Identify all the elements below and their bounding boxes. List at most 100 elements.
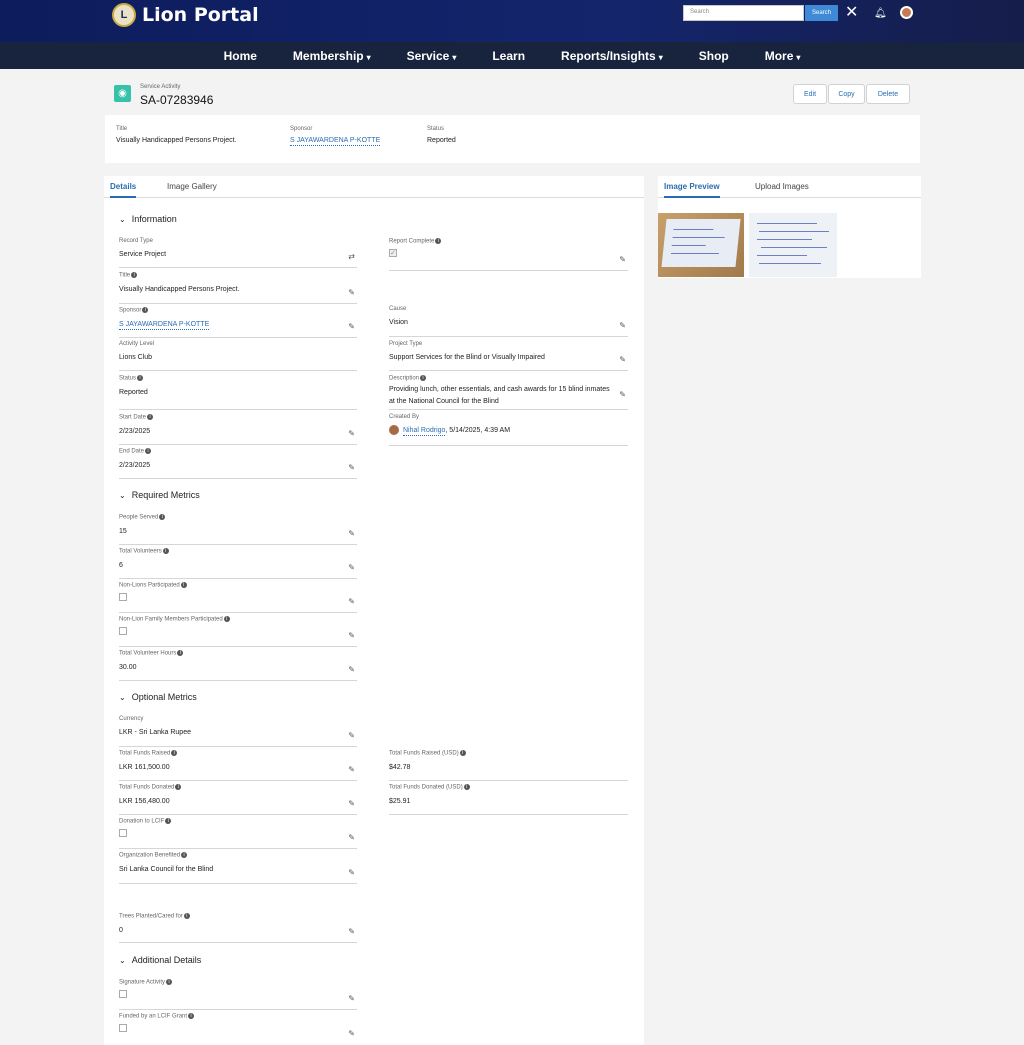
info-icon[interactable]: i — [166, 979, 173, 985]
delete-button[interactable]: Delete — [866, 84, 910, 104]
signature-activity-checkbox[interactable] — [119, 989, 127, 998]
pencil-icon[interactable]: ✎ — [348, 731, 355, 740]
non-lion-family-checkbox[interactable] — [119, 626, 127, 635]
created-by-user-link[interactable]: Nihal Rodrigo — [403, 427, 446, 436]
info-icon[interactable]: i — [180, 582, 187, 588]
edit-button[interactable]: Edit — [793, 84, 827, 104]
nav-reports[interactable]: Reports/Insights ▾ — [543, 49, 681, 63]
field-funds-donated: Total Funds Donated i LKR 156,480.00 ✎ — [119, 784, 357, 815]
pencil-icon[interactable]: ✎ — [348, 1029, 355, 1038]
field-total-volunteers: Total Volunteers i 6 ✎ — [119, 548, 357, 579]
nav-shop[interactable]: Shop — [681, 49, 747, 63]
field-trees: Trees Planted/Cared for i 0 ✎ — [119, 913, 357, 943]
info-icon[interactable]: i — [159, 514, 166, 520]
sponsor-link[interactable]: S JAYAWARDENA P-KOTTE — [290, 137, 381, 146]
change-record-type-icon[interactable]: ⇄ — [348, 252, 355, 261]
donation-lcif-checkbox[interactable] — [119, 828, 127, 837]
tab-image-gallery[interactable]: Image Gallery — [167, 182, 217, 191]
pencil-icon[interactable]: ✎ — [348, 631, 355, 640]
info-icon[interactable]: i — [142, 307, 149, 313]
section-required-metrics[interactable]: ⌄ Required Metrics — [119, 490, 200, 500]
image-tabs: Image Preview Upload Images — [658, 176, 921, 198]
info-icon[interactable]: i — [175, 784, 182, 790]
info-icon[interactable]: i — [420, 375, 427, 381]
info-icon[interactable]: i — [223, 616, 230, 622]
nav-membership[interactable]: Membership ▾ — [275, 49, 389, 63]
field-title: Title i Visually Handicapped Persons Proj… — [119, 272, 357, 304]
close-icon[interactable]: ✕ — [845, 2, 858, 22]
detail-tabs: Details Image Gallery — [104, 176, 644, 198]
logo[interactable]: L Lion Portal — [112, 3, 259, 27]
section-information[interactable]: ⌄ Information — [119, 214, 177, 224]
pencil-icon[interactable]: ✎ — [348, 665, 355, 674]
pencil-icon[interactable]: ✎ — [348, 994, 355, 1003]
pencil-icon[interactable]: ✎ — [619, 321, 626, 330]
nav-service[interactable]: Service ▾ — [389, 49, 475, 63]
lcif-grant-checkbox[interactable] — [119, 1023, 127, 1032]
pencil-icon[interactable]: ✎ — [348, 927, 355, 936]
sponsor-link[interactable]: S JAYAWARDENA P-KOTTE — [119, 320, 210, 330]
highlight-sponsor: Sponsor S JAYAWARDENA P-KOTTE — [290, 126, 381, 146]
info-icon[interactable]: i — [165, 818, 172, 824]
pencil-icon[interactable]: ✎ — [619, 255, 626, 264]
field-activity-level: Activity Level Lions Club — [119, 341, 357, 371]
app-title: Lion Portal — [142, 4, 259, 26]
field-lcif-grant: Funded by an LCIF Grant i ✎ — [119, 1013, 355, 1038]
field-sponsor: Sponsor i S JAYAWARDENA P-KOTTE ✎ — [119, 307, 357, 338]
image-panel: Image Preview Upload Images — [658, 176, 921, 278]
info-icon[interactable]: i — [181, 852, 188, 858]
info-icon[interactable]: i — [459, 750, 466, 756]
info-icon[interactable]: i — [147, 414, 154, 420]
tab-image-preview[interactable]: Image Preview — [664, 182, 720, 198]
highlights-panel: Title Visually Handicapped Persons Proje… — [105, 115, 920, 163]
pencil-icon[interactable]: ✎ — [619, 390, 626, 399]
info-icon[interactable]: i — [171, 750, 178, 756]
nav-more[interactable]: More ▾ — [747, 49, 819, 63]
bell-icon[interactable]: 🔔︎ — [874, 8, 887, 19]
search-button[interactable]: Search — [805, 5, 838, 21]
report-complete-checkbox[interactable]: ✓ — [389, 248, 397, 257]
search-input[interactable]: Search — [683, 5, 804, 21]
field-end-date: End Date i 2/23/2025 ✎ — [119, 448, 357, 479]
info-icon[interactable]: i — [435, 238, 442, 244]
pencil-icon[interactable]: ✎ — [348, 529, 355, 538]
info-icon[interactable]: i — [137, 375, 144, 381]
info-icon[interactable]: i — [131, 272, 138, 278]
info-icon[interactable]: i — [162, 548, 169, 554]
pencil-icon[interactable]: ✎ — [348, 833, 355, 842]
image-thumbnail[interactable] — [749, 213, 837, 277]
pencil-icon[interactable]: ✎ — [348, 429, 355, 438]
nav-home[interactable]: Home — [206, 49, 275, 63]
field-status: Status i Reported — [119, 375, 357, 410]
tab-upload-images[interactable]: Upload Images — [755, 182, 809, 191]
image-thumbnail[interactable] — [658, 213, 744, 277]
pencil-icon[interactable]: ✎ — [619, 355, 626, 364]
field-report-complete: Report Complete i ✓ ✎ — [389, 238, 628, 271]
pencil-icon[interactable]: ✎ — [348, 322, 355, 331]
field-description: Description i Providing lunch, other esse… — [389, 375, 628, 410]
pencil-icon[interactable]: ✎ — [348, 463, 355, 472]
info-icon[interactable]: i — [183, 913, 190, 919]
field-created-by: Created By Nihal Rodrigo, 5/14/2025, 4:3… — [389, 414, 628, 446]
section-additional-details[interactable]: ⌄ Additional Details — [119, 955, 201, 965]
info-icon[interactable]: i — [188, 1013, 195, 1019]
pencil-icon[interactable]: ✎ — [348, 868, 355, 877]
info-icon[interactable]: i — [463, 784, 470, 790]
chevron-down-icon: ▾ — [452, 52, 457, 62]
copy-button[interactable]: Copy — [828, 84, 865, 104]
pencil-icon[interactable]: ✎ — [348, 799, 355, 808]
pencil-icon[interactable]: ✎ — [348, 597, 355, 606]
info-icon[interactable]: i — [177, 650, 184, 656]
tab-details[interactable]: Details — [110, 182, 137, 198]
field-org-benefited: Organization Benefited i Sri Lanka Counci… — [119, 852, 357, 884]
field-currency: Currency LKR - Sri Lanka Rupee ✎ — [119, 716, 357, 747]
section-optional-metrics[interactable]: ⌄ Optional Metrics — [119, 692, 197, 702]
pencil-icon[interactable]: ✎ — [348, 563, 355, 572]
info-icon[interactable]: i — [145, 448, 152, 454]
nav-learn[interactable]: Learn — [474, 49, 543, 63]
non-lions-checkbox[interactable] — [119, 592, 127, 601]
field-cause: Cause Vision ✎ — [389, 306, 628, 337]
user-avatar[interactable] — [900, 6, 913, 19]
pencil-icon[interactable]: ✎ — [348, 288, 355, 297]
pencil-icon[interactable]: ✎ — [348, 765, 355, 774]
